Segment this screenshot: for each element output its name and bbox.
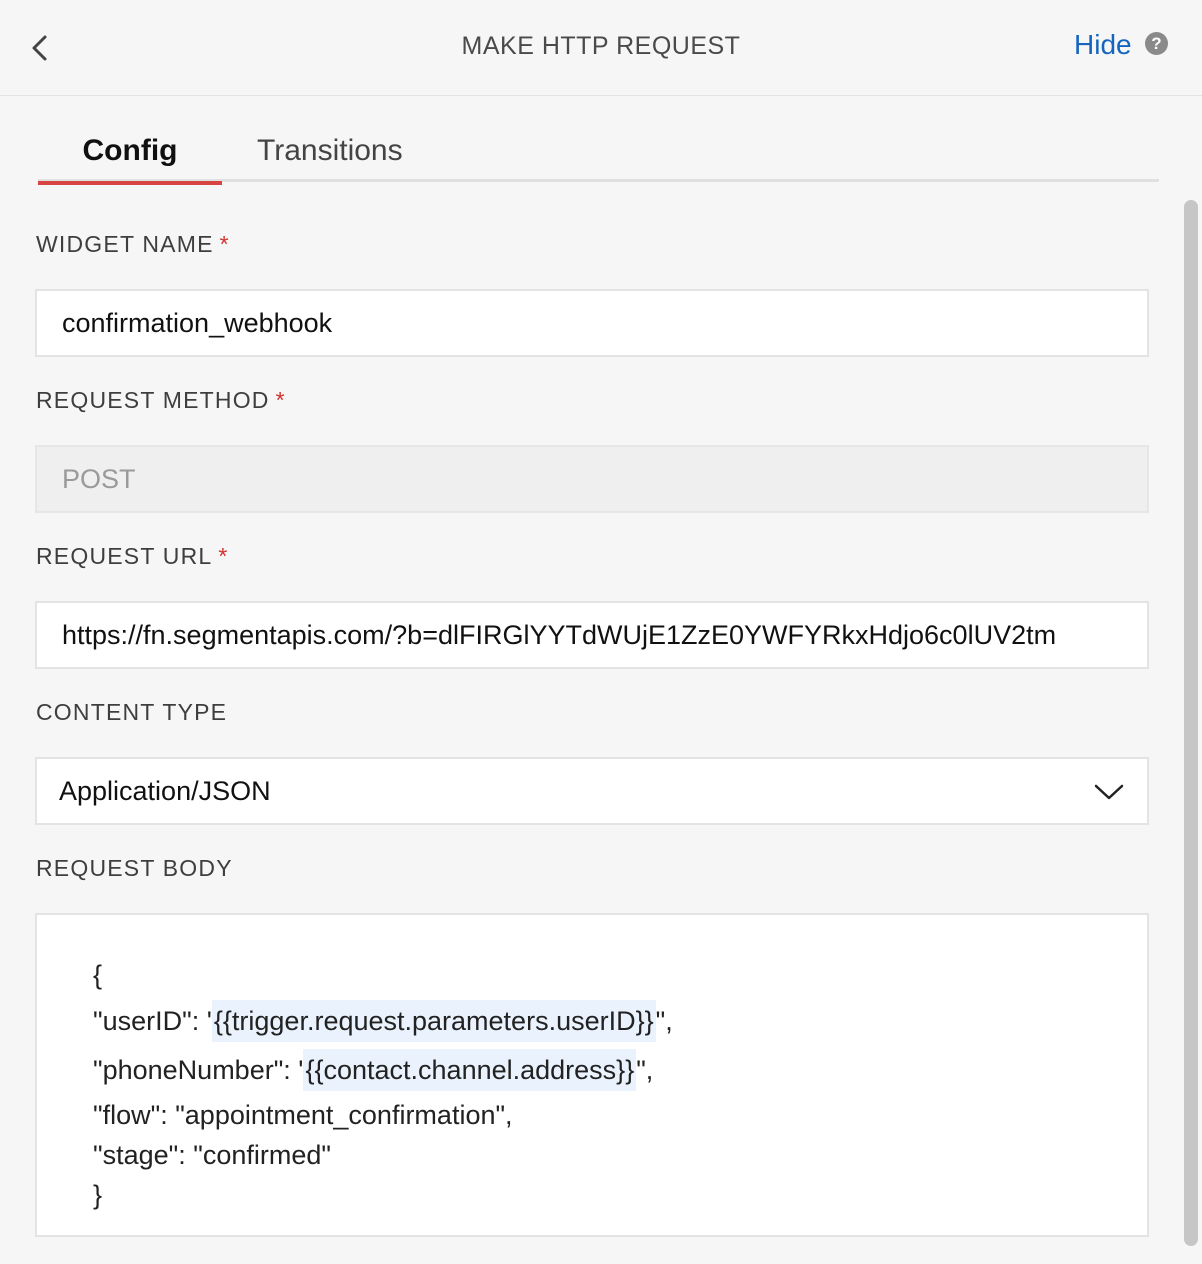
active-tab-indicator: [38, 181, 222, 185]
code-text: ",: [636, 1055, 654, 1085]
request-url-value: https://fn.segmentapis.com/?b=dlFIRGlYYT…: [62, 619, 1057, 650]
request-method-label: REQUEST METHOD *: [36, 387, 286, 414]
request-url-input[interactable]: https://fn.segmentapis.com/?b=dlFIRGlYYT…: [35, 601, 1149, 669]
scrollbar-thumb[interactable]: [1184, 200, 1198, 1246]
code-text: "stage": "confirmed": [93, 1140, 331, 1170]
tab-config[interactable]: Config: [38, 134, 222, 185]
required-marker: *: [219, 231, 230, 257]
code-text: }: [93, 1180, 103, 1210]
code-line: }: [63, 1155, 102, 1236]
panel-header: MAKE HTTP REQUEST Hide ?: [0, 0, 1202, 96]
request-method-input: POST: [35, 445, 1149, 513]
content-type-value: Application/JSON: [59, 775, 271, 806]
request-method-value: POST: [62, 463, 136, 494]
request-url-label: REQUEST URL *: [36, 543, 229, 570]
request-body-label: REQUEST BODY: [36, 855, 233, 882]
widget-name-input[interactable]: confirmation_webhook: [35, 289, 1149, 357]
request-body-editor[interactable]: { "userID": '{{trigger.request.parameter…: [35, 913, 1149, 1237]
content-type-select[interactable]: Application/JSON: [35, 757, 1149, 825]
hide-link[interactable]: Hide: [1074, 29, 1132, 61]
content-type-label: CONTENT TYPE: [36, 699, 227, 726]
required-marker: *: [218, 543, 229, 569]
required-marker: *: [275, 387, 286, 413]
chevron-down-icon: [1094, 784, 1124, 800]
panel-title: MAKE HTTP REQUEST: [461, 32, 741, 60]
code-line: "stage": "confirmed": [63, 1115, 331, 1196]
tab-bar: Config Transitions: [38, 128, 1159, 185]
widget-name-label-text: WIDGET NAME: [36, 231, 214, 257]
code-text: ",: [655, 1006, 673, 1036]
request-method-label-text: REQUEST METHOD: [36, 387, 270, 413]
tab-config-label: Config: [82, 134, 178, 167]
content-type-label-text: CONTENT TYPE: [36, 699, 228, 725]
request-body-label-text: REQUEST BODY: [36, 855, 233, 881]
widget-name-label: WIDGET NAME *: [36, 231, 230, 258]
tab-transitions[interactable]: Transitions: [257, 134, 403, 168]
widget-name-value: confirmation_webhook: [62, 307, 333, 338]
request-url-label-text: REQUEST URL: [36, 543, 213, 569]
question-circle-icon[interactable]: ?: [1145, 32, 1168, 55]
